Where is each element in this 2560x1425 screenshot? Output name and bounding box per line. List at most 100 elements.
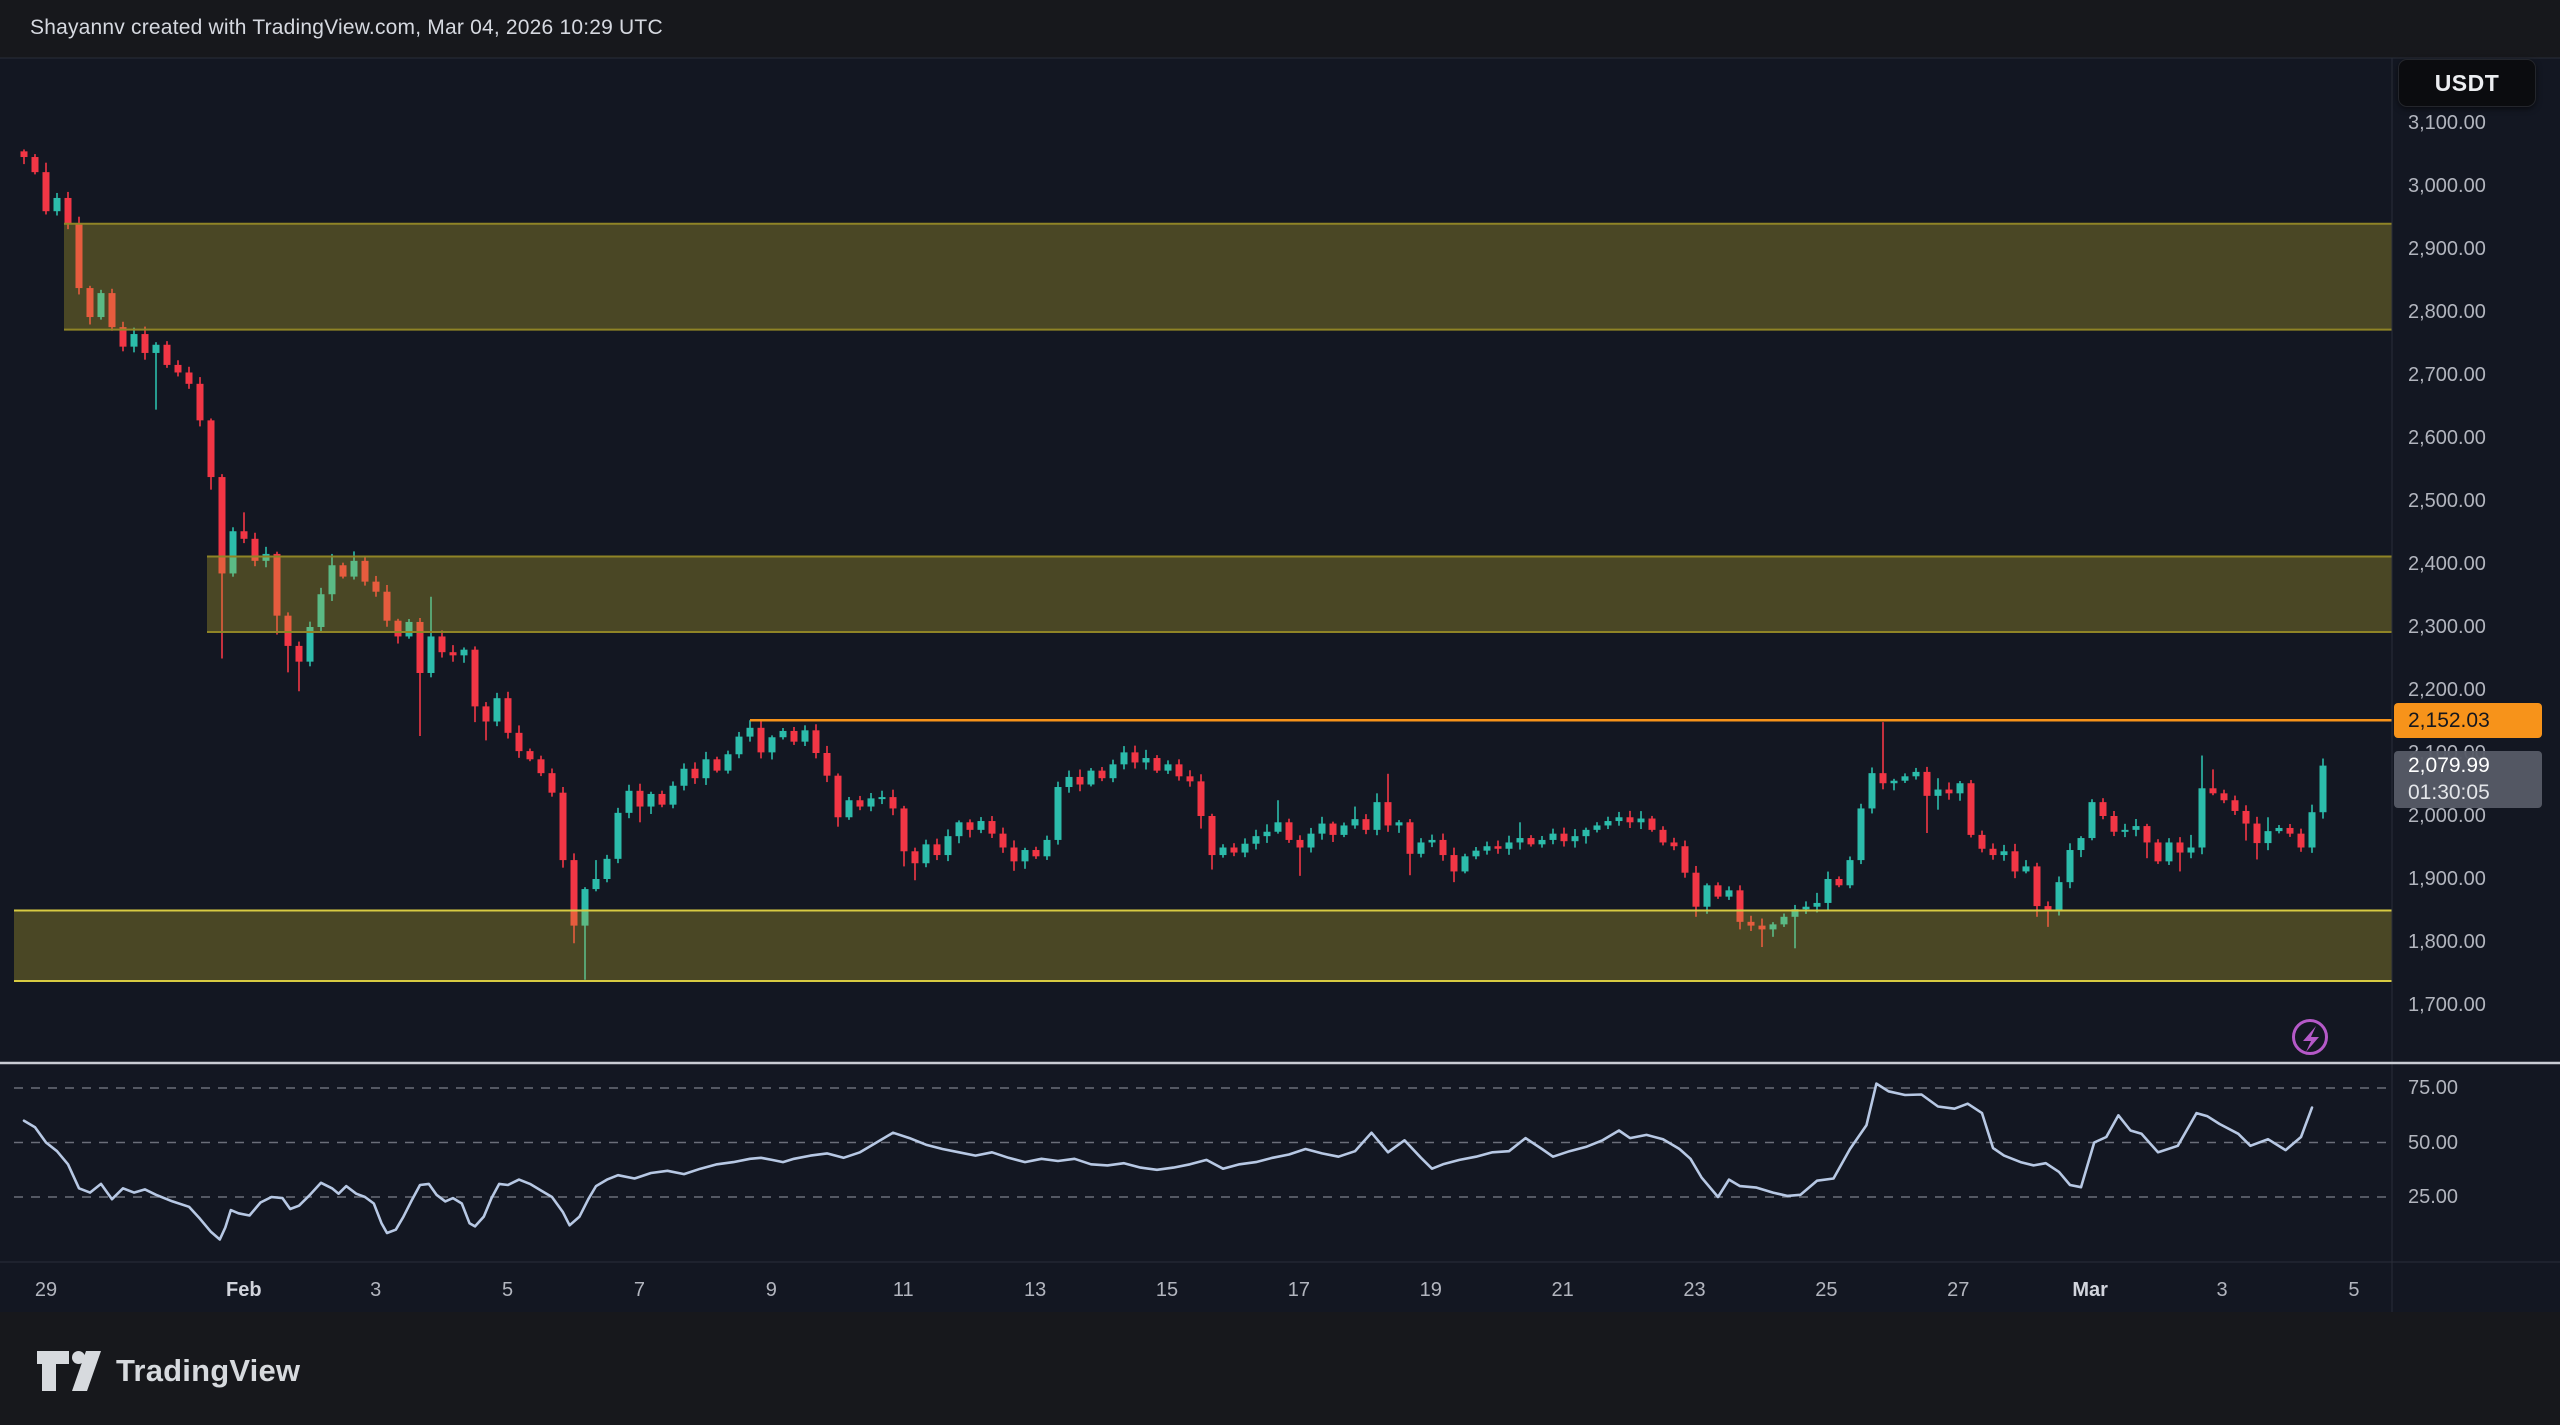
candle-body xyxy=(2111,816,2118,832)
candle-body xyxy=(1308,834,1315,848)
candle-body xyxy=(1946,790,1953,794)
candle-body xyxy=(1363,819,1370,830)
candle-body xyxy=(2166,842,2173,861)
candle-body xyxy=(1286,822,1293,840)
candle-body xyxy=(483,706,490,721)
candle-body xyxy=(1121,752,1128,764)
last-price-value: 2,079.99 xyxy=(2408,753,2542,779)
candle-body xyxy=(1726,890,1733,896)
candle-body xyxy=(1891,781,1898,784)
candle-body xyxy=(593,879,600,889)
candle-body xyxy=(857,800,864,806)
candle-body xyxy=(1044,840,1051,856)
candle-body xyxy=(1990,849,1997,855)
candle-body xyxy=(1220,848,1227,856)
candle-body xyxy=(604,859,611,879)
candle-body xyxy=(1528,838,1535,844)
candle-body xyxy=(43,172,50,211)
candle-body xyxy=(1231,848,1238,853)
candle-body xyxy=(912,851,919,863)
candle-body xyxy=(901,808,908,851)
candle-body xyxy=(1341,825,1348,834)
candle-body xyxy=(1264,832,1271,836)
candle-body xyxy=(1935,790,1942,796)
candle-body xyxy=(945,836,952,855)
lightning-icon[interactable] xyxy=(2303,1026,2319,1052)
time-tick-3: 3 xyxy=(2216,1280,2227,1300)
candle-body xyxy=(626,791,633,813)
candle-body xyxy=(1297,840,1304,848)
currency-toggle-button[interactable]: USDT xyxy=(2398,59,2536,107)
candle-body xyxy=(1671,842,1678,846)
candle-body xyxy=(560,793,567,860)
candle-body xyxy=(2254,824,2261,844)
candle-body xyxy=(2144,826,2151,842)
candle-body xyxy=(1506,842,1513,848)
candle-body xyxy=(703,759,710,778)
candle-body xyxy=(1088,771,1095,785)
candle-body xyxy=(296,646,303,662)
time-tick-Feb: Feb xyxy=(226,1280,262,1300)
candle-body xyxy=(868,798,875,806)
candle-body xyxy=(1704,885,1711,906)
candle-body xyxy=(1000,834,1007,848)
footer-bar: TradingView xyxy=(0,1312,2560,1425)
candle-body xyxy=(32,157,39,172)
candle-body xyxy=(131,334,138,347)
price-tick-1800: 1,800.00 xyxy=(2408,932,2486,952)
candle-body xyxy=(142,334,149,353)
candle-body xyxy=(1583,830,1590,836)
candle-body xyxy=(21,151,28,157)
candle-body xyxy=(1132,752,1139,762)
candle-body xyxy=(1187,776,1194,781)
price-tick-3000: 3,000.00 xyxy=(2408,176,2486,196)
candle-body xyxy=(65,198,72,224)
zone-2 xyxy=(207,556,2392,632)
candle-body xyxy=(1022,850,1029,861)
candle-body xyxy=(2012,851,2019,871)
tradingview-logo[interactable]: TradingView xyxy=(36,1350,300,1392)
candle-body xyxy=(1440,840,1447,855)
candle-body xyxy=(758,728,765,753)
candle-body xyxy=(1572,836,1579,841)
price-tick-2800: 2,800.00 xyxy=(2408,302,2486,322)
candle-body xyxy=(824,753,831,776)
candle-body xyxy=(2243,811,2250,824)
candle-body xyxy=(2122,830,2129,832)
candle-body xyxy=(186,372,193,383)
candle-body xyxy=(1902,776,1909,780)
candle-body xyxy=(1418,842,1425,853)
candle-body xyxy=(967,822,974,830)
candle-body xyxy=(1715,885,1722,896)
candle-body xyxy=(527,751,534,759)
candle-body xyxy=(1924,772,1931,796)
candle-body xyxy=(1682,846,1689,872)
candle-body xyxy=(813,730,820,753)
rsi-line xyxy=(24,1084,2312,1240)
candle-body xyxy=(2309,812,2316,847)
candle-body xyxy=(989,821,996,834)
candle-body xyxy=(1143,758,1150,762)
candle-body xyxy=(681,769,688,786)
candle-body xyxy=(1209,816,1216,855)
price-tick-2200: 2,200.00 xyxy=(2408,680,2486,700)
rsi-tick-75.00: 75.00 xyxy=(2408,1078,2458,1098)
candle-body xyxy=(2210,788,2217,793)
candle-body xyxy=(153,345,160,353)
candle-body xyxy=(1253,836,1260,844)
candle-body xyxy=(1055,787,1062,840)
candle-body xyxy=(461,650,468,656)
candle-body xyxy=(1517,838,1524,842)
candle-body xyxy=(1913,772,1920,776)
candle-body xyxy=(1836,879,1843,885)
candle-body xyxy=(802,730,809,741)
price-line-label[interactable]: 2,152.03 xyxy=(2394,703,2542,738)
candle-body xyxy=(2155,842,2162,861)
candle-body xyxy=(1451,855,1458,871)
price-tick-2600: 2,600.00 xyxy=(2408,428,2486,448)
chart-canvas[interactable] xyxy=(0,0,2560,1425)
candle-body xyxy=(1154,758,1161,771)
time-tick-23: 23 xyxy=(1683,1280,1705,1300)
rsi-tick-50.00: 50.00 xyxy=(2408,1133,2458,1153)
candle-body xyxy=(2177,842,2184,852)
